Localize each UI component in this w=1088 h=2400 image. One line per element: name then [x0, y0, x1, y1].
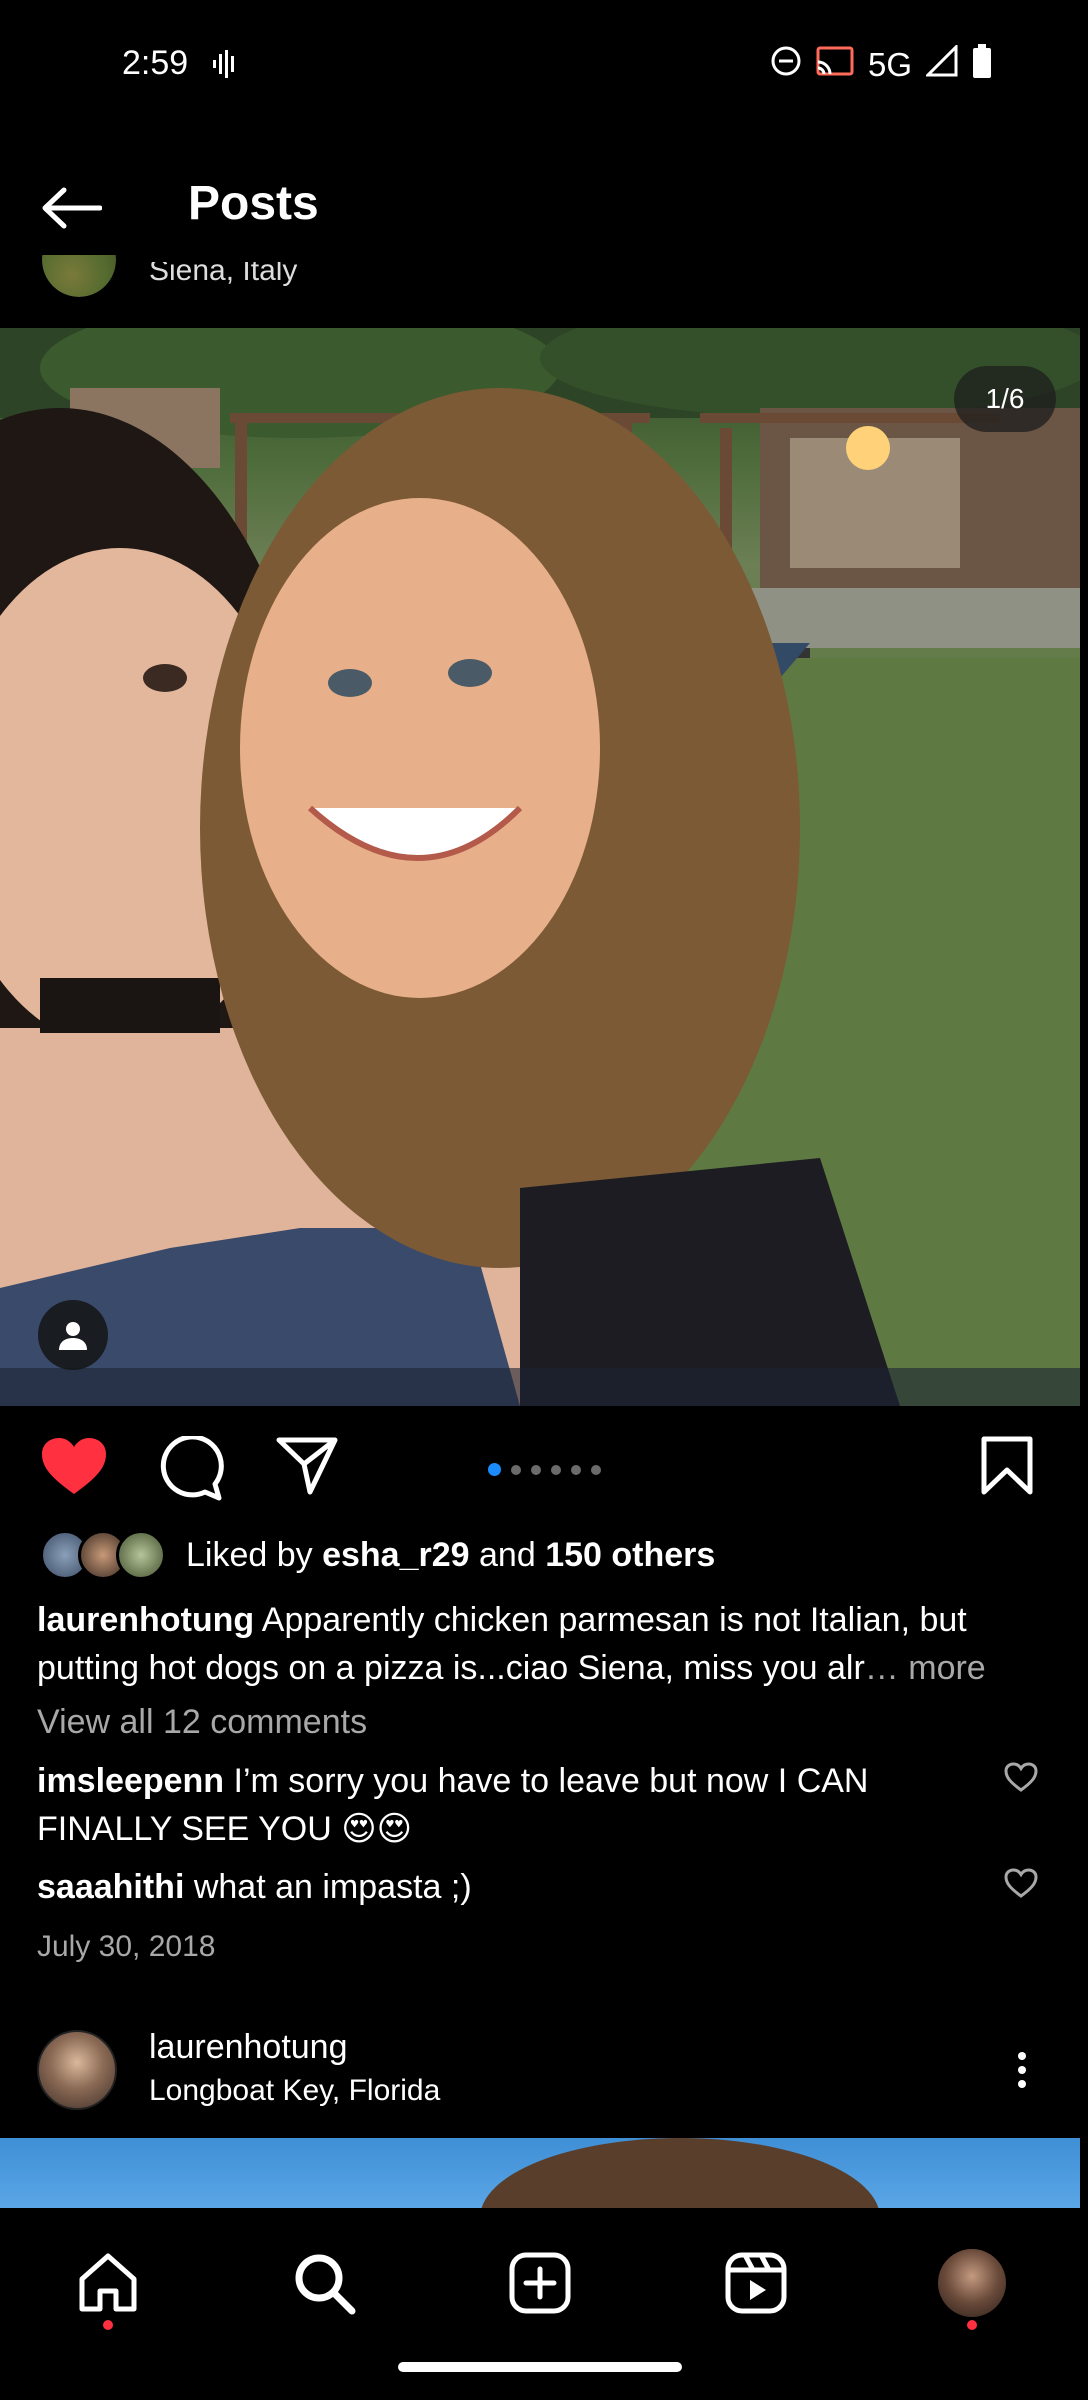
battery-icon — [972, 44, 992, 86]
avatar — [116, 1530, 166, 1580]
nav-search[interactable] — [274, 2238, 374, 2328]
post-username[interactable]: laurenhotung — [149, 2028, 348, 2067]
likes-text: Liked by esha_r29 and 150 others — [186, 1536, 715, 1575]
photo-illustration — [0, 328, 1080, 1406]
more-dot — [1018, 2066, 1026, 2074]
audio-wave-icon — [212, 50, 238, 83]
create-icon — [509, 2252, 571, 2314]
carousel-dot — [551, 1464, 561, 1475]
post-photo[interactable] — [0, 2138, 1080, 2208]
post-location[interactable]: Siena, Italy — [149, 262, 297, 296]
avatar[interactable] — [42, 255, 116, 297]
nav-home[interactable] — [58, 2238, 158, 2328]
profile-notification-dot — [967, 2320, 977, 2330]
carousel-dot — [571, 1464, 581, 1475]
carousel-dot — [488, 1463, 501, 1476]
nav-create[interactable] — [490, 2238, 590, 2328]
like-button[interactable] — [40, 1436, 108, 1503]
tagged-people-button[interactable] — [38, 1300, 108, 1370]
home-notification-dot — [103, 2320, 113, 2330]
caption-username[interactable]: laurenhotung — [37, 1601, 254, 1639]
home-icon — [79, 2253, 137, 2312]
nav-profile[interactable] — [922, 2238, 1022, 2328]
more-dot — [1018, 2052, 1026, 2060]
post-actions — [0, 1406, 1088, 1530]
status-icons: 5G — [770, 43, 992, 86]
likes-others[interactable]: 150 others — [545, 1536, 715, 1574]
speech-bubble-icon — [160, 1434, 224, 1501]
comment-button[interactable] — [158, 1434, 224, 1507]
likes-summary[interactable]: Liked by esha_r29 and 150 others — [40, 1530, 715, 1580]
carousel-dot — [591, 1464, 601, 1475]
caption-more-link[interactable]: … more — [865, 1649, 986, 1687]
save-button[interactable] — [980, 1436, 1034, 1501]
likes-prefix: Liked by — [186, 1535, 323, 1574]
nav-reels[interactable] — [706, 2238, 806, 2328]
comment: saaahithi what an impasta ;) — [37, 1863, 1047, 1911]
home-indicator[interactable] — [398, 2362, 682, 2372]
comment-text: what an impasta ;) — [193, 1868, 472, 1906]
signal-icon — [924, 43, 958, 85]
photo-illustration — [481, 2138, 879, 2208]
do-not-disturb-icon — [770, 45, 802, 85]
paper-plane-icon — [276, 1437, 338, 1495]
profile-avatar — [938, 2249, 1006, 2317]
post-date: July 30, 2018 — [37, 1930, 216, 1963]
carousel-dot — [531, 1464, 541, 1475]
cast-icon — [816, 46, 854, 84]
comment-like-button[interactable] — [1004, 1762, 1038, 1797]
heart-filled-icon — [42, 1438, 106, 1494]
share-button[interactable] — [276, 1436, 338, 1501]
post-location[interactable]: Longboat Key, Florida — [149, 2074, 440, 2108]
status-time: 2:59 — [122, 44, 189, 82]
more-options-button[interactable] — [1004, 2040, 1040, 2100]
comment-username[interactable]: imsleepenn — [37, 1762, 224, 1800]
reels-icon — [725, 2252, 787, 2314]
bookmark-icon — [981, 1436, 1033, 1495]
back-button[interactable] — [40, 178, 110, 238]
more-dot — [1018, 2080, 1026, 2088]
arrow-left-icon — [42, 187, 102, 229]
person-icon — [59, 1322, 87, 1350]
carousel-indicator — [488, 1463, 601, 1476]
heart-outline-icon — [1004, 1868, 1038, 1898]
comment-like-button[interactable] — [1004, 1868, 1038, 1903]
page-title: Posts — [188, 177, 319, 230]
image-counter: 1/6 — [954, 366, 1056, 432]
carousel-dot — [511, 1464, 521, 1475]
avatar[interactable] — [37, 2030, 117, 2110]
post-caption: laurenhotung Apparently chicken parmesan… — [37, 1596, 1047, 1692]
post-photo[interactable]: 1/6 — [0, 328, 1080, 1406]
view-all-comments-link[interactable]: View all 12 comments — [37, 1703, 367, 1742]
liker-username[interactable]: esha_r29 — [322, 1536, 469, 1574]
network-type: 5G — [867, 46, 912, 83]
heart-outline-icon — [1004, 1762, 1038, 1792]
comment: imsleepenn I’m sorry you have to leave b… — [37, 1757, 987, 1853]
search-icon — [295, 2254, 356, 2315]
comment-username[interactable]: saaahithi — [37, 1868, 184, 1906]
likes-middle: and — [469, 1535, 546, 1574]
liker-avatars — [40, 1530, 166, 1580]
